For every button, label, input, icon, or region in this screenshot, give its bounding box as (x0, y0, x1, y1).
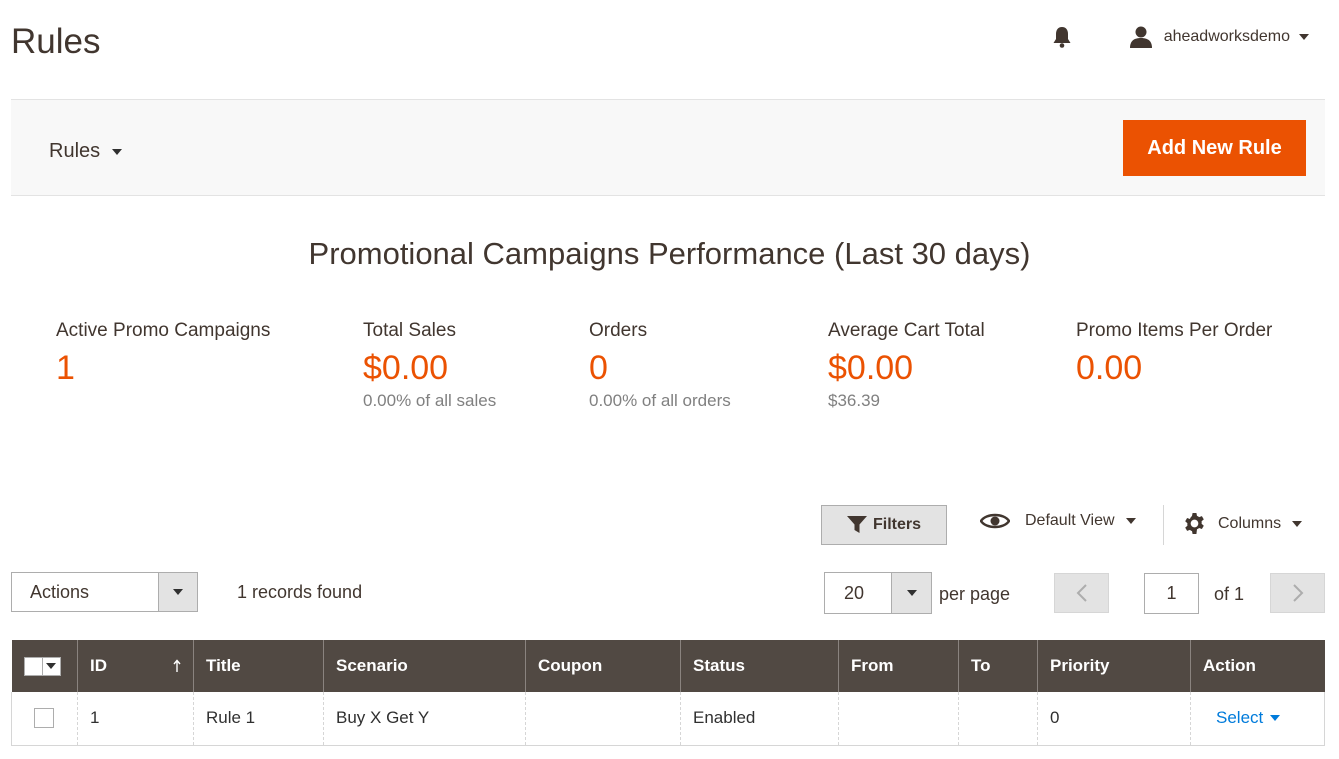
rules-switcher[interactable]: Rules (49, 140, 123, 163)
view-selector[interactable]: Default View (980, 512, 1136, 530)
user-icon (1129, 25, 1153, 49)
next-page-button[interactable] (1270, 573, 1325, 613)
stat-active-promo-campaigns: Active Promo Campaigns 1 (56, 320, 270, 387)
total-pages-label: of 1 (1214, 584, 1245, 604)
row-select-cell (11, 692, 78, 746)
chevron-down-icon (173, 589, 183, 595)
actions-label: Actions (30, 582, 90, 602)
filters-label: Filters (872, 516, 921, 533)
page-title: Rules (11, 22, 101, 61)
stat-subtext: 0.00% of all orders (589, 391, 731, 410)
mass-select-dropdown[interactable] (42, 656, 61, 676)
sort-ascending-icon (173, 659, 181, 672)
stat-value: 0.00 (1076, 349, 1143, 387)
stat-value: $0.00 (828, 349, 914, 387)
column-header-action: Action (1190, 640, 1325, 692)
stat-label: Average Cart Total (828, 320, 985, 341)
row-action-select[interactable]: Select (1216, 708, 1281, 728)
column-header-title[interactable]: Title (193, 640, 324, 692)
user-name: aheadworksdemo (1163, 28, 1290, 45)
gear-icon (1185, 512, 1204, 535)
stat-label: Promo Items Per Order (1076, 320, 1273, 341)
notifications-bell-icon[interactable] (1051, 24, 1073, 50)
cell-id: 1 (77, 692, 194, 746)
column-header-status[interactable]: Status (680, 640, 839, 692)
chevron-down-icon (1125, 518, 1136, 524)
cell-coupon (525, 692, 681, 746)
mass-select-control[interactable] (23, 656, 66, 676)
mass-actions-select[interactable]: Actions (11, 572, 198, 612)
per-page-dropdown-toggle[interactable] (891, 573, 931, 613)
records-count: 1 records found (237, 582, 363, 602)
stat-value: 1 (56, 349, 75, 387)
mass-select-header[interactable] (11, 640, 78, 692)
row-checkbox[interactable] (34, 708, 54, 729)
column-header-from[interactable]: From (838, 640, 959, 692)
per-page-select[interactable]: 20 (824, 572, 932, 614)
table-header-row: ID Title Scenario Coupon Status From To … (11, 640, 1325, 692)
cell-priority: 0 (1037, 692, 1191, 746)
stat-label: Orders (589, 320, 648, 341)
columns-label: Columns (1218, 514, 1282, 532)
chevron-down-icon (1292, 520, 1303, 527)
cell-from (838, 692, 959, 746)
action-select-label: Select (1216, 708, 1264, 728)
actions-dropdown-toggle[interactable] (158, 573, 197, 611)
chevron-right-icon (1292, 584, 1303, 602)
chevron-down-icon (46, 663, 56, 669)
stat-orders: Orders 0 0.00% of all orders (589, 320, 731, 411)
table-row: 1 Rule 1 Buy X Get Y Enabled 0 Select (11, 692, 1325, 746)
select-all-checkbox[interactable] (23, 656, 43, 676)
cell-scenario: Buy X Get Y (323, 692, 526, 746)
column-header-to[interactable]: To (958, 640, 1038, 692)
chevron-down-icon (112, 148, 123, 155)
toolbar-divider (1163, 505, 1164, 545)
cell-status: Enabled (680, 692, 839, 746)
current-page-input[interactable]: 1 (1144, 573, 1199, 614)
add-new-rule-button[interactable]: Add New Rule (1123, 120, 1306, 176)
filters-button[interactable]: Filters (821, 505, 947, 545)
stat-subtext: 0.00% of all sales (363, 391, 497, 410)
stat-value: $0.00 (363, 349, 449, 387)
previous-page-button[interactable] (1054, 573, 1109, 613)
performance-title: Promotional Campaigns Performance (Last … (308, 236, 1031, 271)
rules-switcher-label: Rules (49, 140, 101, 162)
cell-to (958, 692, 1038, 746)
cell-title: Rule 1 (193, 692, 324, 746)
stat-subtext: $36.39 (828, 391, 880, 410)
header-actions: aheadworksdemo (1051, 24, 1309, 50)
per-page-value: 20 (844, 583, 865, 603)
column-header-priority[interactable]: Priority (1037, 640, 1191, 692)
stat-promo-items-per-order: Promo Items Per Order 0.00 (1076, 320, 1272, 387)
column-header-id[interactable]: ID (77, 640, 194, 692)
per-page-label: per page (939, 584, 1011, 604)
column-label: ID (90, 656, 107, 675)
rules-grid: ID Title Scenario Coupon Status From To … (11, 640, 1325, 746)
chevron-down-icon (906, 590, 917, 596)
view-label: Default View (1025, 512, 1115, 529)
stat-label: Active Promo Campaigns (56, 320, 271, 341)
stat-total-sales: Total Sales $0.00 0.00% of all sales (363, 320, 496, 411)
column-header-scenario[interactable]: Scenario (323, 640, 526, 692)
stat-label: Total Sales (363, 320, 456, 341)
chevron-down-icon (1270, 715, 1281, 722)
stat-average-cart-total: Average Cart Total $0.00 $36.39 (828, 320, 985, 411)
stat-value: 0 (589, 349, 608, 387)
user-menu[interactable]: aheadworksdemo (1129, 25, 1309, 49)
filter-icon (846, 516, 867, 533)
eye-icon (980, 513, 1010, 529)
column-header-coupon[interactable]: Coupon (525, 640, 681, 692)
cell-action: Select (1190, 692, 1325, 746)
chevron-down-icon (1299, 34, 1309, 40)
page-actions-bar: Rules Add New Rule (11, 99, 1325, 196)
chevron-left-icon (1076, 584, 1087, 602)
columns-selector[interactable]: Columns (1183, 512, 1303, 535)
